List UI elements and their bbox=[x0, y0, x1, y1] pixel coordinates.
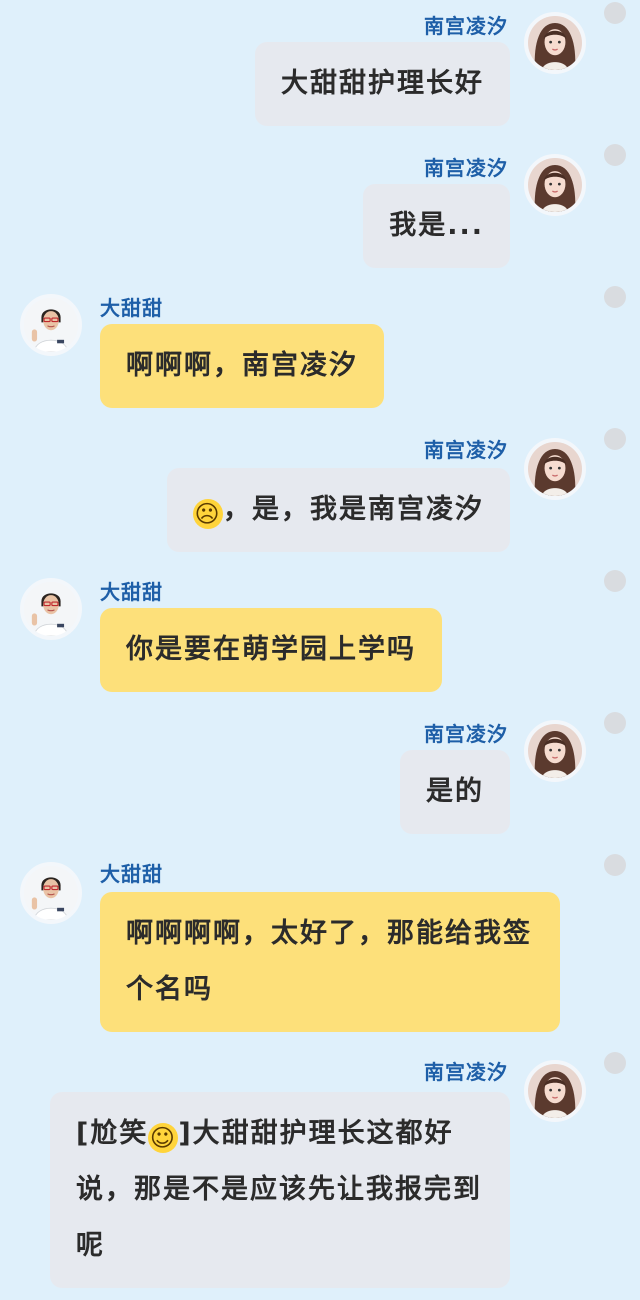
sender-name: 南宫凌汐 bbox=[424, 156, 508, 180]
sender-name: 南宫凌汐 bbox=[424, 14, 508, 38]
message-text: 啊啊啊，南宫凌汐 bbox=[126, 350, 358, 381]
sender-name: 大甜甜 bbox=[100, 296, 163, 320]
status-dot bbox=[604, 712, 626, 734]
sender-name: 大甜甜 bbox=[100, 580, 163, 604]
message-bubble[interactable]: 啊啊啊啊，太好了，那能给我签个名吗 bbox=[100, 892, 560, 1032]
message-bubble[interactable]: ☹，是，我是南宫凌汐 bbox=[167, 468, 510, 552]
crying-face-icon: ☹ bbox=[193, 499, 223, 529]
avatar[interactable] bbox=[20, 862, 82, 924]
message-bubble[interactable]: [尬笑☺]大甜甜护理长这都好说，那是不是应该先让我报完到呢 bbox=[50, 1092, 510, 1288]
message-text: 我是... bbox=[389, 210, 484, 241]
message-prefix: [尬笑 bbox=[76, 1118, 149, 1149]
status-dot bbox=[604, 570, 626, 592]
sender-name: 南宫凌汐 bbox=[424, 438, 508, 462]
avatar[interactable] bbox=[524, 438, 586, 500]
message-bubble[interactable]: 大甜甜护理长好 bbox=[255, 42, 510, 126]
status-dot bbox=[604, 428, 626, 450]
avatar[interactable] bbox=[524, 1060, 586, 1122]
avatar[interactable] bbox=[524, 154, 586, 216]
avatar[interactable] bbox=[20, 578, 82, 640]
message-text: ，是，我是南宫凌汐 bbox=[223, 494, 484, 525]
message-text: 大甜甜护理长好 bbox=[281, 68, 484, 99]
message-text: 啊啊啊啊，太好了，那能给我签个名吗 bbox=[126, 918, 532, 1005]
status-dot bbox=[604, 2, 626, 24]
avatar[interactable] bbox=[524, 720, 586, 782]
status-dot bbox=[604, 854, 626, 876]
message-text: 你是要在萌学园上学吗 bbox=[126, 634, 416, 665]
status-dot bbox=[604, 1052, 626, 1074]
sender-name: 南宫凌汐 bbox=[424, 1060, 508, 1084]
status-dot bbox=[604, 144, 626, 166]
message-bubble[interactable]: 我是... bbox=[363, 184, 510, 268]
message-bubble[interactable]: 啊啊啊，南宫凌汐 bbox=[100, 324, 384, 408]
message-bubble[interactable]: 是的 bbox=[400, 750, 510, 834]
status-dot bbox=[604, 286, 626, 308]
grinning-sweat-face-icon: ☺ bbox=[148, 1123, 179, 1153]
sender-name: 南宫凌汐 bbox=[424, 722, 508, 746]
message-text: 是的 bbox=[426, 776, 484, 807]
avatar[interactable] bbox=[20, 294, 82, 356]
avatar[interactable] bbox=[524, 12, 586, 74]
sender-name: 大甜甜 bbox=[100, 862, 163, 886]
message-bubble[interactable]: 你是要在萌学园上学吗 bbox=[100, 608, 442, 692]
